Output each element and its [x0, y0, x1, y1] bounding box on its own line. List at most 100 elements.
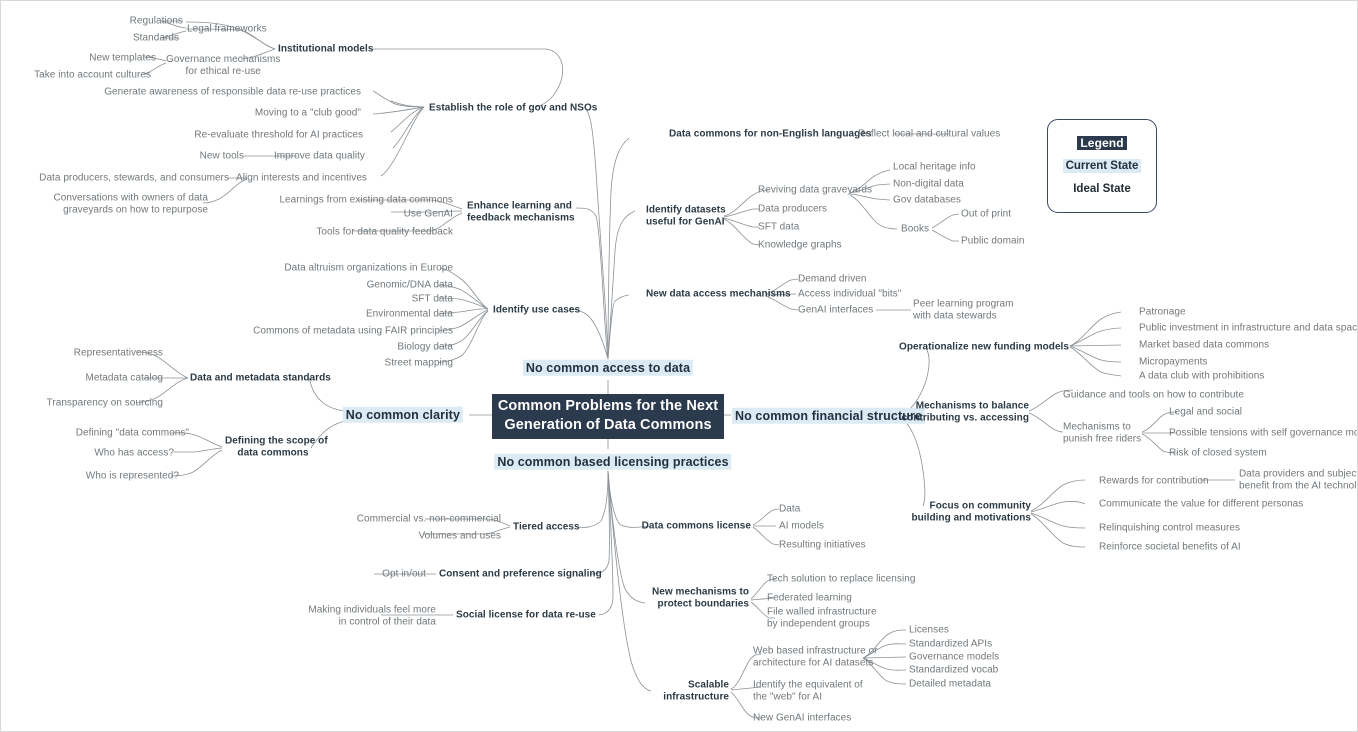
leaf-reflect-local-cultural[interactable]: Reflect local and cultural values	[858, 128, 1000, 140]
leaf-commercial-noncommercial[interactable]: Commercial vs. non-commercial	[357, 513, 501, 525]
leaf-street-mapping[interactable]: Street mapping	[384, 357, 453, 369]
leaf-identify-equivalent-web[interactable]: Identify the equivalent of the "web" for…	[753, 680, 863, 703]
leaf-commons-metadata-fair[interactable]: Commons of metadata using FAIR principle…	[253, 325, 453, 337]
leaf-generate-awareness[interactable]: Generate awareness of responsible data r…	[104, 86, 361, 98]
branch-identify-use-cases[interactable]: Identify use cases	[493, 304, 580, 316]
leaf-mechanisms-punish[interactable]: Mechanisms to punish free riders	[1063, 422, 1141, 445]
leaf-improve-data-quality[interactable]: Improve data quality	[274, 150, 365, 162]
leaf-align-interests[interactable]: Align interests and incentives	[236, 172, 367, 184]
leaf-market-based[interactable]: Market based data commons	[1139, 339, 1269, 351]
leaf-genai-interfaces[interactable]: GenAI interfaces	[798, 304, 873, 316]
leaf-defining-data-commons[interactable]: Defining "data commons"	[76, 427, 189, 439]
leaf-patronage[interactable]: Patronage	[1139, 306, 1186, 318]
leaf-sft-data[interactable]: SFT data	[758, 221, 799, 233]
leaf-detailed-metadata[interactable]: Detailed metadata	[909, 678, 991, 690]
leaf-representativeness[interactable]: Representativeness	[74, 347, 163, 359]
leaf-governance-models[interactable]: Governance models	[909, 651, 999, 663]
leaf-public-investment[interactable]: Public investment in infrastructure and …	[1139, 322, 1357, 334]
branch-defining-scope[interactable]: Defining the scope of data commons	[225, 436, 328, 459]
leaf-local-heritage[interactable]: Local heritage info	[893, 161, 976, 173]
leaf-web-based-infra[interactable]: Web based infrastructure or architecture…	[753, 646, 878, 669]
branch-operationalize-funding[interactable]: Operationalize new funding models	[899, 341, 1069, 353]
leaf-access-individual-bits[interactable]: Access individual "bits"	[798, 288, 901, 300]
problem-no-common-financial[interactable]: No common financial structure	[732, 407, 925, 424]
problem-no-common-licensing[interactable]: No common based licensing practices	[494, 453, 732, 470]
leaf-data[interactable]: Data	[779, 503, 800, 515]
leaf-federated-learning[interactable]: Federated learning	[767, 592, 852, 604]
leaf-data-club-prohibitions[interactable]: A data club with prohibitions	[1139, 370, 1264, 382]
leaf-use-genai[interactable]: Use GenAI	[404, 208, 453, 220]
leaf-standardized-vocab[interactable]: Standardized vocab	[909, 664, 998, 676]
leaf-out-of-print[interactable]: Out of print	[961, 208, 1011, 220]
problem-no-common-access[interactable]: No common access to data	[522, 359, 694, 376]
leaf-data-producers-stewards[interactable]: Data producers, stewards, and consumers	[39, 172, 229, 184]
leaf-governance-mechanisms[interactable]: Governance mechanisms for ethical re-use	[166, 54, 280, 77]
leaf-resulting-initiatives[interactable]: Resulting initiatives	[779, 539, 866, 551]
leaf-transparency-sourcing[interactable]: Transparency on sourcing	[47, 397, 163, 409]
leaf-licenses[interactable]: Licenses	[909, 624, 949, 636]
leaf-knowledge-graphs[interactable]: Knowledge graphs	[758, 239, 842, 251]
leaf-regulations[interactable]: Regulations	[130, 15, 183, 27]
leaf-biology-data[interactable]: Biology data	[397, 341, 453, 353]
leaf-relinquishing-control[interactable]: Relinquishing control measures	[1099, 522, 1240, 534]
leaf-risk-closed-system[interactable]: Risk of closed system	[1169, 447, 1267, 459]
leaf-new-genai-interfaces[interactable]: New GenAI interfaces	[753, 712, 851, 724]
leaf-who-is-represented[interactable]: Who is represented?	[86, 470, 179, 482]
leaf-genomic-dna[interactable]: Genomic/DNA data	[367, 279, 453, 291]
branch-establish-role[interactable]: Establish the role of gov and NSOs	[429, 102, 597, 114]
leaf-possible-tensions[interactable]: Possible tensions with self governance m…	[1169, 427, 1357, 439]
leaf-demand-driven[interactable]: Demand driven	[798, 273, 866, 285]
leaf-data-producers[interactable]: Data producers	[758, 203, 827, 215]
branch-data-metadata-standards[interactable]: Data and metadata standards	[190, 372, 331, 384]
leaf-metadata-catalog[interactable]: Metadata catalog	[85, 372, 163, 384]
branch-mechanisms-balance[interactable]: Mechanisms to balance contributing vs. a…	[902, 401, 1029, 424]
leaf-peer-learning[interactable]: Peer learning program with data stewards	[913, 299, 1014, 322]
leaf-public-domain[interactable]: Public domain	[961, 235, 1024, 247]
leaf-legal-and-social[interactable]: Legal and social	[1169, 406, 1242, 418]
leaf-making-individuals[interactable]: Making individuals feel more in control …	[308, 605, 436, 628]
leaf-data-altruism[interactable]: Data altruism organizations in Europe	[284, 262, 453, 274]
branch-enhance-learning[interactable]: Enhance learning and feedback mechanisms	[467, 201, 575, 224]
problem-no-common-clarity[interactable]: No common clarity	[342, 406, 463, 423]
leaf-environmental-data[interactable]: Environmental data	[366, 308, 453, 320]
branch-data-commons-nonenglish[interactable]: Data commons for non-English languages	[669, 128, 871, 140]
leaf-gov-databases[interactable]: Gov databases	[893, 194, 961, 206]
leaf-reviving-graveyards[interactable]: Reviving data graveyards	[758, 184, 872, 196]
branch-social-license[interactable]: Social license for data re-use	[456, 609, 596, 621]
leaf-file-walled[interactable]: File walled infrastructure by independen…	[767, 607, 877, 630]
leaf-books[interactable]: Books	[901, 223, 929, 235]
leaf-learnings-existing[interactable]: Learnings from existing data commons	[279, 194, 453, 206]
branch-tiered-access[interactable]: Tiered access	[513, 521, 580, 533]
leaf-new-templates[interactable]: New templates	[89, 52, 156, 64]
branch-focus-community[interactable]: Focus on community building and motivati…	[911, 501, 1031, 524]
leaf-reinforce-societal[interactable]: Reinforce societal benefits of AI	[1099, 541, 1241, 553]
leaf-new-tools[interactable]: New tools	[200, 150, 244, 162]
leaf-standards[interactable]: Standards	[133, 32, 179, 44]
branch-identify-datasets[interactable]: Identify datasets useful for GenAI	[646, 205, 726, 228]
leaf-sft-data-usecase[interactable]: SFT data	[412, 293, 453, 305]
leaf-reevaluate-threshold[interactable]: Re-evaluate threshold for AI practices	[194, 129, 363, 141]
leaf-standardized-apis[interactable]: Standardized APIs	[909, 638, 992, 650]
leaf-tech-solution[interactable]: Tech solution to replace licensing	[767, 573, 915, 585]
leaf-take-into-account-cultures[interactable]: Take into account cultures	[34, 69, 151, 81]
leaf-non-digital-data[interactable]: Non-digital data	[893, 178, 964, 190]
leaf-opt-in-out[interactable]: Opt in/out	[382, 568, 426, 580]
leaf-conversations-owners[interactable]: Conversations with owners of data gravey…	[53, 193, 208, 216]
leaf-rewards-contribution[interactable]: Rewards for contribution	[1099, 475, 1209, 487]
branch-scalable-infrastructure[interactable]: Scalable infrastructure	[663, 680, 729, 703]
leaf-tools-quality-feedback[interactable]: Tools for data quality feedback	[316, 226, 453, 238]
branch-consent-preference[interactable]: Consent and preference signaling	[439, 568, 602, 580]
leaf-moving-club-good[interactable]: Moving to a "club good"	[255, 107, 361, 119]
branch-data-commons-license[interactable]: Data commons license	[642, 520, 751, 532]
leaf-who-has-access[interactable]: Who has access?	[94, 447, 174, 459]
leaf-guidance-tools[interactable]: Guidance and tools on how to contribute	[1063, 389, 1244, 401]
branch-institutional-models[interactable]: Institutional models	[278, 43, 373, 55]
branch-new-mechanisms-protect[interactable]: New mechanisms to protect boundaries	[652, 587, 749, 610]
leaf-volumes-uses[interactable]: Volumes and uses	[418, 530, 501, 542]
leaf-legal-frameworks[interactable]: Legal frameworks	[187, 23, 267, 35]
leaf-data-providers-benefit[interactable]: Data providers and subjects benefit from…	[1239, 469, 1357, 492]
branch-new-data-access[interactable]: New data access mechanisms	[646, 288, 791, 300]
leaf-ai-models[interactable]: AI models	[779, 520, 824, 532]
leaf-communicate-value[interactable]: Communicate the value for different pers…	[1099, 498, 1303, 510]
leaf-micropayments[interactable]: Micropayments	[1139, 356, 1207, 368]
